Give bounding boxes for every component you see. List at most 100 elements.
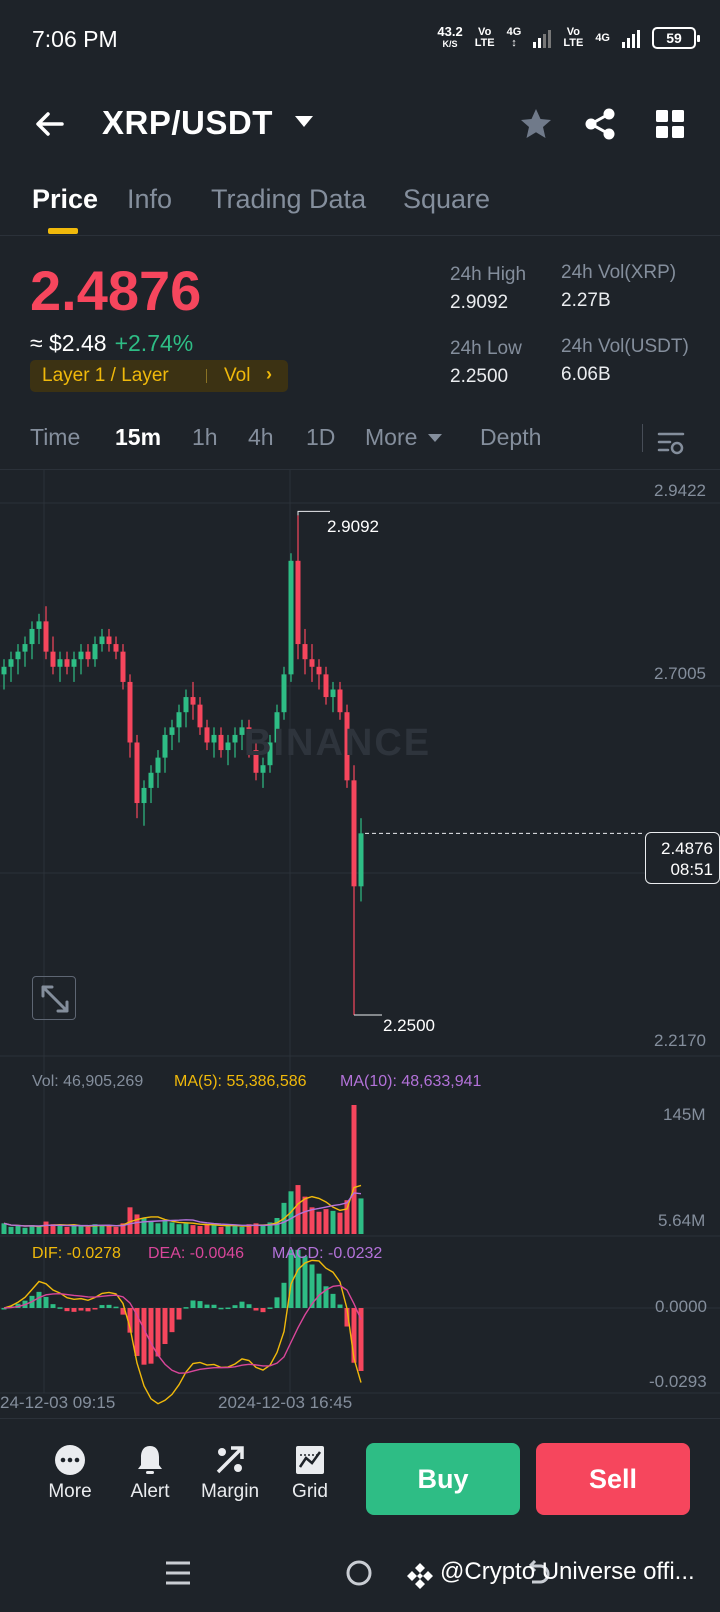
candle-body (316, 666, 322, 675)
volume-bar (260, 1225, 266, 1234)
candle-body (64, 659, 70, 667)
current-price-tag: 2.4876 08:51 (645, 832, 720, 884)
high-value: 2.9092 (450, 292, 509, 313)
recent-apps-icon[interactable] (163, 1558, 193, 1588)
interval-4h[interactable]: 4h (248, 424, 274, 451)
tab-price[interactable]: Price (32, 184, 98, 215)
volume-bar (162, 1220, 168, 1234)
vol-label: Vol: 46,905,269 (32, 1073, 144, 1090)
candle-body (169, 727, 175, 735)
macd-histogram-bar (176, 1308, 182, 1320)
candle-body (22, 644, 28, 652)
macd-histogram-bar (190, 1300, 196, 1308)
volume-bar (309, 1207, 315, 1234)
fiat-value: ≈ $2.48 (30, 330, 107, 356)
macd-histogram-bar (78, 1308, 84, 1311)
low-value: 2.2500 (450, 366, 509, 387)
macd-histogram-bar (253, 1308, 259, 1311)
margin-button[interactable]: Margin (190, 1443, 270, 1503)
interval-more[interactable]: More (365, 424, 417, 451)
candle-body (260, 765, 266, 773)
interval-15m[interactable]: 15m (115, 424, 161, 451)
candle-body (337, 689, 343, 713)
volume-bar (204, 1224, 210, 1234)
macd-histogram-bar (204, 1304, 210, 1308)
candle-body (351, 780, 357, 887)
candle-body (183, 697, 189, 713)
volume-bar (113, 1226, 119, 1234)
signal-icon-2 (622, 28, 640, 48)
volume-bar (148, 1221, 154, 1234)
macd-axis-bottom: -0.0293 (649, 1372, 707, 1391)
volume-bar (218, 1226, 224, 1234)
grid-icon[interactable] (652, 106, 688, 142)
expand-chart-button[interactable] (32, 976, 76, 1020)
macd-histogram-bar (316, 1273, 322, 1308)
volume-bar (36, 1226, 42, 1234)
depth-tab[interactable]: Depth (480, 424, 541, 451)
volte-icon: Vo LTE (474, 26, 495, 49)
tag-vol: Vol (224, 365, 251, 386)
more-button[interactable]: More (30, 1443, 110, 1503)
high-marker-line (297, 510, 330, 516)
buy-button[interactable]: Buy (366, 1443, 520, 1515)
candle-body (211, 734, 217, 743)
macd-histogram-bar (211, 1304, 217, 1308)
volume-bar (197, 1225, 203, 1234)
alert-button[interactable]: Alert (110, 1443, 190, 1503)
volume-bar (43, 1221, 49, 1234)
volume-bar (302, 1196, 308, 1234)
share-icon[interactable] (582, 106, 618, 142)
candlestick-chart[interactable] (0, 470, 720, 1418)
volume-bar (57, 1225, 63, 1234)
network-speed: 43.2 K/S (437, 24, 463, 49)
network-type-2: 4G (595, 31, 610, 44)
tab-square[interactable]: Square (403, 184, 490, 215)
chart-settings-icon[interactable] (656, 428, 686, 458)
status-icons: 43.2 K/S Vo LTE 4G ↕ Vo LTE 4G 59 (437, 24, 700, 50)
interval-1h[interactable]: 1h (192, 424, 218, 451)
candle-body (92, 644, 98, 660)
volume-bar (176, 1224, 182, 1234)
home-icon[interactable] (344, 1558, 374, 1588)
category-tag[interactable]: Layer 1 / Layer Vol › (30, 360, 288, 392)
interval-bar: Time 15m 1h 4h 1D More Depth (0, 418, 720, 470)
macd-histogram-bar (141, 1308, 147, 1365)
macd-histogram-bar (57, 1307, 63, 1309)
chevron-right-icon: › (266, 364, 272, 384)
macd-histogram-bar (85, 1308, 91, 1312)
macd-histogram-bar (267, 1307, 273, 1309)
macd-histogram-bar (218, 1307, 224, 1310)
last-price: 2.4876 (30, 259, 202, 322)
volume-bar (274, 1217, 280, 1234)
candle-body (15, 651, 21, 660)
volume-bar (190, 1225, 196, 1234)
tab-trading-data[interactable]: Trading Data (211, 184, 366, 215)
bottom-action-bar: More Alert Margin Grid Buy Sell (0, 1418, 720, 1530)
volume-bar (8, 1226, 14, 1234)
macd-histogram-bar (197, 1301, 203, 1308)
interval-1d[interactable]: 1D (306, 424, 335, 451)
volume-bar (225, 1225, 231, 1234)
price-axis-mid: 2.7005 (654, 664, 706, 683)
tab-info[interactable]: Info (127, 184, 172, 215)
network-type-1: 4G ↕ (506, 26, 522, 49)
interval-time[interactable]: Time (30, 424, 80, 451)
ma5-label: MA(5): 55,386,586 (174, 1073, 307, 1090)
divider (642, 424, 643, 452)
caret-down-icon[interactable] (295, 116, 313, 127)
macd-histogram-bar (50, 1304, 56, 1308)
pair-title[interactable]: XRP/USDT (102, 104, 273, 142)
sell-button[interactable]: Sell (536, 1443, 690, 1515)
macd-histogram-bar (71, 1308, 77, 1312)
star-icon[interactable] (518, 106, 554, 142)
grid-button[interactable]: Grid (270, 1443, 350, 1503)
candle-body (134, 742, 140, 804)
low-marker-label: 2.2500 (383, 1016, 435, 1035)
battery-icon: 59 (652, 27, 700, 49)
candle-body (155, 757, 161, 773)
macd-histogram-bar (239, 1301, 245, 1308)
current-price-value: 2.4876 (661, 839, 713, 858)
back-arrow-icon[interactable] (32, 106, 68, 142)
candle-body (358, 833, 364, 887)
